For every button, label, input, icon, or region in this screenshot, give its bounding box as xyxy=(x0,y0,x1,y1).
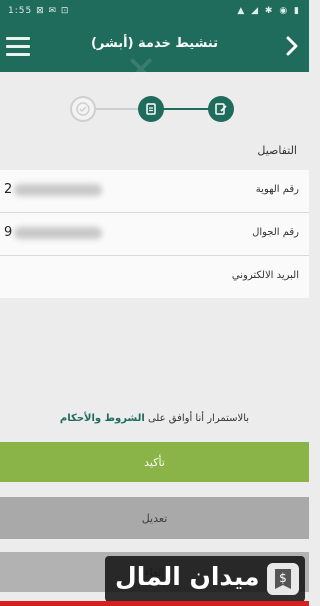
check-circle-icon xyxy=(70,96,96,122)
edit-document-icon xyxy=(208,96,234,122)
confirm-button[interactable]: تأكيد xyxy=(0,442,309,482)
chevron-right-icon[interactable] xyxy=(285,34,299,58)
video-progress-strip xyxy=(0,601,309,606)
id-number-value: 2 xyxy=(4,182,13,197)
terms-prefix: بالاستمرار أنا أوافق على xyxy=(144,413,250,424)
hamburger-menu-icon[interactable] xyxy=(6,37,30,57)
channel-watermark-logo: ميدان المال $ xyxy=(105,556,305,602)
section-title-details: التفاصيل xyxy=(257,144,297,157)
email-label: البريد الالكتروني xyxy=(231,270,299,281)
dollar-tag-icon: $ xyxy=(267,563,299,595)
terms-and-conditions-link[interactable]: الشروط والأحكام xyxy=(60,413,145,424)
mobile-number-redaction xyxy=(14,227,102,239)
app-watermark-logo: ✕ xyxy=(125,48,157,92)
mobile-number-row: 9 رقم الجوال xyxy=(0,213,309,256)
page-title: تنشيط خدمة (أبشر) xyxy=(90,36,219,51)
progress-stepper xyxy=(0,92,309,128)
document-icon xyxy=(138,96,164,122)
status-right-icons: ▲ ◢ ✱ ◉ ▮ xyxy=(237,6,301,16)
channel-watermark-text: ميدان المال xyxy=(115,562,260,591)
status-left-info: 1:55 ⊠ ✉ ⊡ xyxy=(8,6,70,16)
email-row: البريد الالكتروني xyxy=(0,256,309,298)
svg-text:$: $ xyxy=(279,571,287,585)
edit-button[interactable]: تعديل xyxy=(0,497,309,539)
id-number-row: 2 رقم الهوية xyxy=(0,170,309,213)
mobile-number-label: رقم الجوال xyxy=(252,227,299,238)
stepper-line-active xyxy=(160,108,210,110)
id-number-label: رقم الهوية xyxy=(255,184,299,195)
details-card: 2 رقم الهوية 9 رقم الجوال البريد الالكتر… xyxy=(0,170,309,298)
app-bar: ✕ تنشيط خدمة (أبشر) xyxy=(0,24,309,92)
status-bar: 1:55 ⊠ ✉ ⊡ ▲ ◢ ✱ ◉ ▮ xyxy=(0,0,309,24)
terms-text: بالاستمرار أنا أوافق على الشروط والأحكام xyxy=(0,413,309,424)
mobile-number-value: 9 xyxy=(4,225,13,240)
id-number-redaction xyxy=(14,184,102,196)
